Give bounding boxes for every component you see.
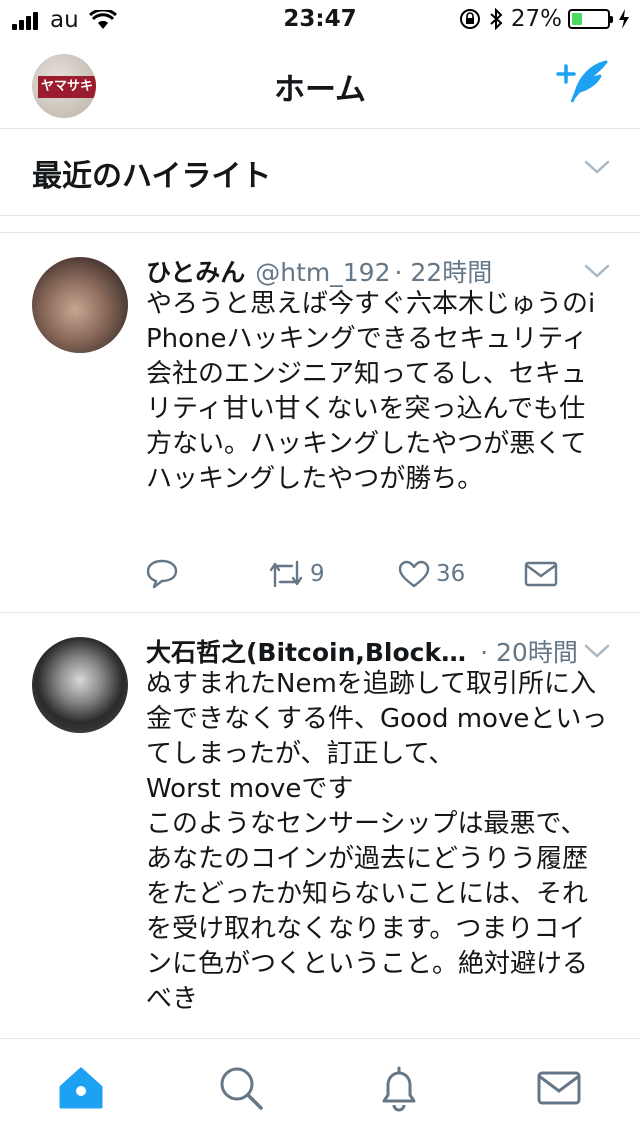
tweet[interactable]: ひとみん @htm_192 · 22時間 やろうと思えば今すぐ六本木じゅうのiP…: [0, 233, 640, 613]
bluetooth-icon: [490, 8, 503, 30]
reply-icon: [146, 559, 178, 589]
highlights-title: 最近のハイライト: [32, 159, 272, 194]
chevron-down-icon[interactable]: [584, 159, 610, 175]
highlights-row[interactable]: 最近のハイライト: [0, 129, 640, 216]
section-divider: [0, 216, 640, 233]
charging-icon: [619, 9, 629, 29]
notifications-bell-icon[interactable]: [374, 1063, 424, 1113]
tab-bar: [0, 1038, 640, 1137]
status-bar: au 23:47 27%: [0, 0, 640, 40]
like-count: 36: [436, 561, 466, 587]
heart-icon: [398, 560, 430, 588]
dm-share-button[interactable]: [524, 561, 558, 587]
retweet-icon: [269, 560, 303, 588]
tweet-time: · 20時間: [480, 638, 578, 667]
battery-icon: [568, 9, 613, 29]
tweet[interactable]: 大石哲之(Bitcoin,Block… · 20時間 ぬすまれたNemを追跡して…: [0, 613, 640, 1038]
tweet-text: ぬすまれたNemを追跡して取引所に入金できなくする件、Good moveといって…: [146, 669, 608, 1014]
chevron-down-icon[interactable]: [584, 643, 610, 659]
battery-percent: 27%: [510, 6, 562, 32]
avatar[interactable]: [32, 637, 128, 733]
nav-bar: ヤマサキ ホーム: [0, 40, 640, 129]
retweet-count: 9: [310, 561, 325, 587]
orientation-lock-icon: [459, 9, 480, 29]
retweet-button[interactable]: 9: [268, 560, 398, 588]
avatar[interactable]: [32, 257, 128, 353]
tweet-time: · 22時間: [394, 258, 493, 287]
tweet-author-name[interactable]: 大石哲之(Bitcoin,Block…: [146, 633, 466, 669]
home-icon[interactable]: [56, 1063, 106, 1113]
tweet-author-name[interactable]: ひとみん: [146, 253, 245, 289]
like-button[interactable]: 36: [398, 560, 524, 588]
tweet-author-handle[interactable]: @htm_192: [255, 258, 390, 287]
search-icon[interactable]: [216, 1063, 266, 1113]
chevron-down-icon[interactable]: [584, 263, 610, 279]
tweet-text: やろうと思えば今すぐ六本木じゅうのiPhoneハッキングできるセキュリティ会社の…: [146, 289, 596, 494]
messages-envelope-icon[interactable]: [534, 1063, 584, 1113]
compose-tweet-icon[interactable]: [556, 58, 612, 106]
envelope-icon: [524, 561, 558, 587]
page-title: ホーム: [273, 72, 367, 108]
reply-button[interactable]: [146, 559, 268, 589]
